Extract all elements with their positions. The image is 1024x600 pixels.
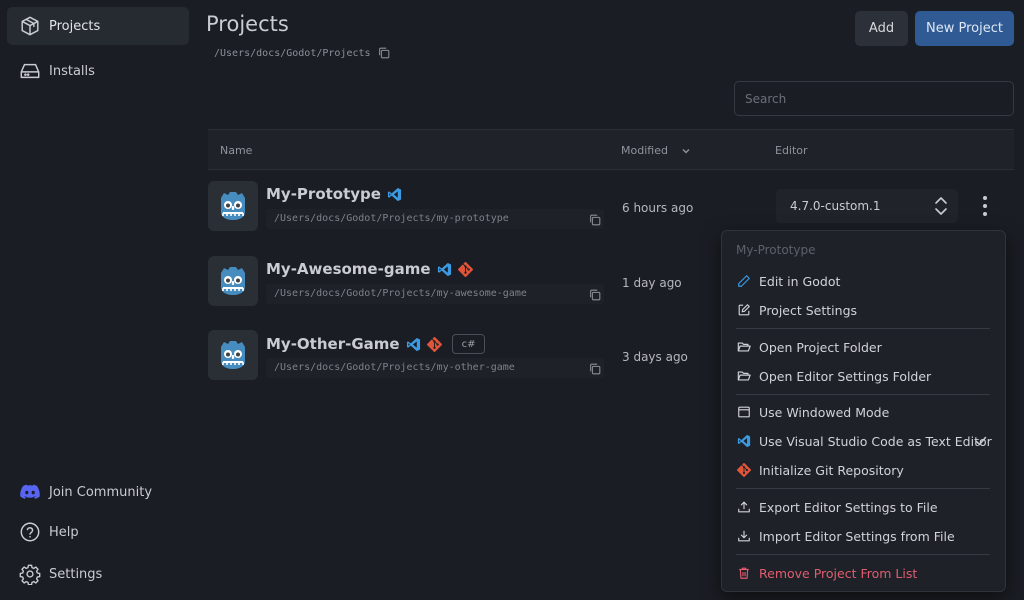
menu-item-use-windowed-mode[interactable]: Use Windowed Mode [730, 399, 998, 425]
hard-drive-icon [20, 63, 40, 79]
godot-logo-icon [208, 181, 258, 231]
chevron-down-icon [682, 148, 690, 153]
column-modified-label: Modified [621, 144, 668, 157]
menu-divider [736, 394, 990, 395]
copy-icon[interactable] [588, 362, 602, 376]
add-button[interactable]: Add [855, 11, 908, 46]
gear-icon [19, 564, 41, 585]
menu-divider [736, 554, 990, 555]
chevron-up-down-icon [935, 197, 947, 215]
copy-icon[interactable] [588, 213, 602, 227]
menu-item-label: Use Windowed Mode [759, 404, 890, 420]
pencil-icon [738, 275, 750, 287]
menu-item-project-settings[interactable]: Project Settings [730, 297, 998, 323]
project-name-text: My-Other-Game [266, 335, 400, 353]
sidebar-item-label: Projects [49, 18, 101, 34]
folder-open-icon [737, 371, 751, 381]
sidebar-item-join-community[interactable]: Join Community [7, 473, 189, 511]
new-project-button[interactable]: New Project [915, 11, 1014, 46]
menu-title: My-Prototype [736, 243, 816, 257]
sidebar-item-label: Help [49, 524, 79, 540]
project-name-text: My-Prototype [266, 185, 381, 203]
sidebar-item-help[interactable]: Help [7, 513, 189, 551]
project-path: /Users/docs/Godot/Projects/my-other-game [266, 358, 604, 378]
menu-item-label: Open Project Folder [759, 339, 882, 355]
menu-item-label: Project Settings [759, 302, 858, 318]
git-icon [457, 261, 473, 277]
copy-icon[interactable] [377, 46, 391, 60]
menu-item-label: Import Editor Settings from File [759, 528, 955, 544]
editor-version-value: 4.7.0-custom.1 [790, 199, 881, 213]
vscode-icon [387, 187, 402, 201]
project-name: My-Awesome-game [266, 260, 473, 278]
menu-item-initialize-git[interactable]: Initialize Git Repository [730, 457, 998, 483]
menu-item-label: Export Editor Settings to File [759, 499, 938, 515]
column-name[interactable]: Name [220, 144, 252, 157]
page-title: Projects [206, 12, 289, 36]
folder-open-icon [737, 342, 751, 352]
column-editor[interactable]: Editor [775, 144, 808, 157]
table-header: Name Modified Editor [208, 129, 1014, 170]
menu-item-label: Initialize Git Repository [759, 462, 904, 478]
menu-item-export-editor-settings[interactable]: Export Editor Settings to File [730, 494, 998, 520]
godot-logo-icon [208, 330, 258, 380]
project-modified: 1 day ago [622, 276, 682, 290]
menu-item-label: Edit in Godot [759, 273, 841, 289]
menu-divider [736, 488, 990, 489]
menu-divider [736, 328, 990, 329]
table-row[interactable]: My-Awesome-game /Users/docs/Godot/Projec… [208, 256, 808, 308]
project-modified: 6 hours ago [622, 201, 694, 215]
sidebar-item-projects[interactable]: Projects [7, 7, 189, 45]
menu-item-remove-project[interactable]: Remove Project From List [730, 560, 998, 586]
menu-item-label: Remove Project From List [759, 565, 918, 581]
git-icon [426, 336, 442, 352]
table-row[interactable]: My-Prototype /Users/docs/Godot/Projects/… [208, 181, 808, 233]
project-modified: 3 days ago [622, 350, 688, 364]
sidebar-item-settings[interactable]: Settings [7, 555, 189, 593]
menu-item-import-editor-settings[interactable]: Import Editor Settings from File [730, 523, 998, 549]
trash-icon [739, 567, 749, 579]
git-icon [737, 463, 751, 477]
vscode-icon [737, 434, 751, 448]
menu-item-open-project-folder[interactable]: Open Project Folder [730, 334, 998, 360]
project-path: /Users/docs/Godot/Projects/my-awesome-ga… [266, 284, 604, 304]
download-icon [738, 530, 750, 542]
column-modified[interactable]: Modified [621, 144, 692, 157]
help-circle-icon [20, 522, 40, 542]
project-name: My-Prototype [266, 185, 402, 203]
menu-item-open-editor-settings-folder[interactable]: Open Editor Settings Folder [730, 363, 998, 389]
sidebar: Projects Installs Join Community Help Se… [0, 0, 196, 600]
table-row[interactable]: My-Other-Game c# /Users/docs/Godot/Proje… [208, 330, 808, 382]
sidebar-item-label: Join Community [49, 484, 153, 500]
menu-item-label: Open Editor Settings Folder [759, 368, 932, 384]
vscode-icon [437, 262, 451, 276]
project-name: My-Other-Game c# [266, 334, 486, 354]
menu-item-edit-in-godot[interactable]: Edit in Godot [730, 268, 998, 294]
sidebar-item-label: Installs [49, 63, 95, 79]
menu-item-label: Use Visual Studio Code as Text Editor [759, 433, 992, 449]
edit-square-icon [738, 304, 750, 316]
more-options-icon[interactable] [982, 195, 988, 217]
menu-item-use-vscode[interactable]: Use Visual Studio Code as Text Editor [730, 428, 998, 454]
discord-icon [20, 484, 40, 499]
editor-version-select[interactable]: 4.7.0-custom.1 [776, 189, 958, 223]
sidebar-item-installs[interactable]: Installs [7, 52, 189, 90]
copy-icon[interactable] [588, 288, 602, 302]
sidebar-item-label: Settings [49, 566, 103, 582]
godot-logo-icon [208, 256, 258, 306]
project-name-text: My-Awesome-game [266, 260, 431, 278]
vscode-icon [406, 337, 420, 351]
window-icon [738, 406, 750, 418]
projects-path: /Users/docs/Godot/Projects [214, 46, 391, 60]
check-icon [975, 436, 987, 446]
upload-icon [738, 501, 750, 513]
project-context-menu: My-Prototype Edit in Godot Project Setti… [721, 230, 1006, 592]
package-icon [21, 16, 39, 36]
search-input[interactable] [734, 81, 1014, 116]
projects-path-text: /Users/docs/Godot/Projects [214, 47, 371, 59]
project-path: /Users/docs/Godot/Projects/my-prototype [266, 209, 604, 229]
csharp-badge: c# [451, 334, 486, 354]
